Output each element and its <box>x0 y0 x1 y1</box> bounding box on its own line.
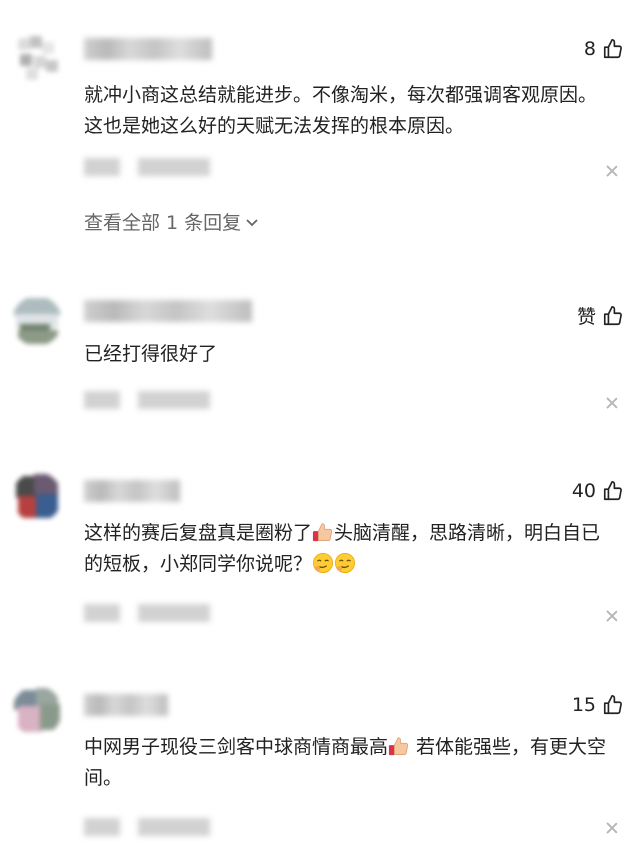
comment-text: 已经打得很好了 <box>84 343 218 365</box>
close-icon[interactable] <box>606 397 618 409</box>
like-count: 15 <box>571 694 596 716</box>
username[interactable] <box>84 38 212 60</box>
username[interactable] <box>84 300 252 322</box>
thumbs-up-emoji <box>388 737 409 756</box>
avatar[interactable] <box>12 472 62 522</box>
comment-text-part: 中网男子现役三剑客中球商情商最高 <box>84 736 389 758</box>
like-button[interactable]: 40 <box>572 480 624 502</box>
like-count: 40 <box>571 480 596 502</box>
like-count: 赞 <box>576 306 596 328</box>
like-button[interactable]: 15 <box>572 694 624 716</box>
comment-meta <box>84 604 210 622</box>
view-replies-label: 查看全部 1 条回复 <box>84 212 242 234</box>
comment-text: 就冲小商这总结就能进步。不像淘米，每次都强调客观原因。这也是她这么好的天赋无法发… <box>84 84 598 137</box>
comment-meta <box>84 391 210 409</box>
like-button[interactable]: 8 <box>584 38 624 60</box>
close-icon[interactable] <box>606 610 618 622</box>
close-icon[interactable] <box>606 822 618 834</box>
view-replies-button[interactable]: 查看全部 1 条回复 <box>84 208 259 235</box>
avatar[interactable] <box>12 686 62 736</box>
thumbs-up-outline-icon <box>603 39 622 59</box>
thumbs-up-outline-icon <box>603 695 622 715</box>
chevron-down-icon <box>246 218 258 226</box>
close-icon[interactable] <box>606 165 618 177</box>
comment-text: 这样的赛后复盘真是圈粉了 头脑清醒，思路清晰，明白自已的短板，小郑同学你说呢？ <box>84 518 614 580</box>
thumbs-up-outline-icon <box>603 305 622 325</box>
avatar[interactable] <box>12 296 62 346</box>
avatar[interactable] <box>12 32 62 82</box>
smirk-emoji <box>335 553 356 573</box>
username[interactable] <box>84 480 180 502</box>
like-count: 8 <box>583 38 596 60</box>
thumbs-up-emoji <box>312 523 333 542</box>
comment-text: 中网男子现役三剑客中球商情商最高 若体能强些，有更大空间。 <box>84 732 614 794</box>
comment-meta <box>84 158 210 176</box>
smirk-emoji <box>313 553 334 573</box>
thumbs-up-outline-icon <box>603 481 622 501</box>
comment-meta <box>84 818 210 836</box>
username[interactable] <box>84 694 168 716</box>
like-button[interactable]: 赞 <box>577 302 624 329</box>
comment-text-part: 这样的赛后复盘真是圈粉了 <box>84 522 313 544</box>
